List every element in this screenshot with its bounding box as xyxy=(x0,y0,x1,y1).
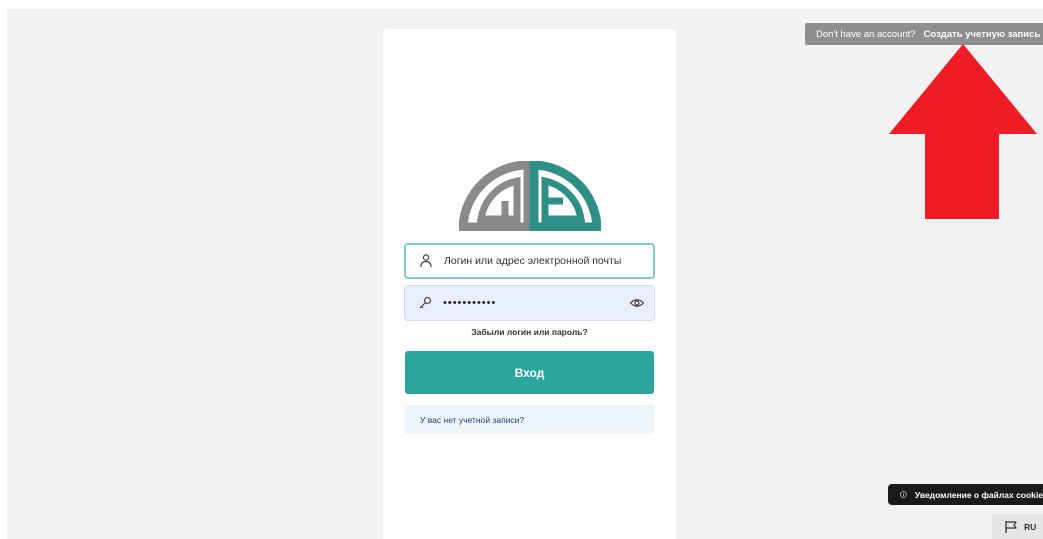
login-card: Логин или адрес электронной почты ••••••… xyxy=(383,29,676,539)
cookie-notice-label: Уведомление о файлах cookie xyxy=(914,489,1043,500)
login-button[interactable]: Вход xyxy=(405,351,654,394)
no-account-link[interactable]: У вас нет учетной записи? xyxy=(405,405,654,434)
key-icon xyxy=(419,296,432,309)
password-input[interactable]: ••••••••••• xyxy=(404,285,655,321)
cookie-notice-button[interactable]: Уведомление о файлах cookie xyxy=(888,484,1043,505)
forgot-password-link[interactable]: Забыли логин или пароль? xyxy=(383,327,676,337)
brand-logo xyxy=(459,161,601,231)
signup-banner: Don't have an account? Создать учетную з… xyxy=(805,23,1043,45)
signup-prompt: Don't have an account? xyxy=(816,28,916,40)
login-placeholder: Логин или адрес электронной почты xyxy=(444,255,622,267)
user-icon xyxy=(420,254,432,268)
eye-icon[interactable] xyxy=(629,295,645,311)
create-account-link[interactable]: Создать учетную запись xyxy=(924,29,1041,40)
login-input[interactable]: Логин или адрес электронной почты xyxy=(404,243,655,279)
red-arrow xyxy=(889,44,1037,219)
language-selector[interactable]: RU xyxy=(992,514,1043,539)
language-code: RU xyxy=(1024,521,1037,532)
password-value: ••••••••••• xyxy=(443,297,497,309)
flag-icon xyxy=(1005,520,1017,533)
info-icon xyxy=(900,491,907,498)
